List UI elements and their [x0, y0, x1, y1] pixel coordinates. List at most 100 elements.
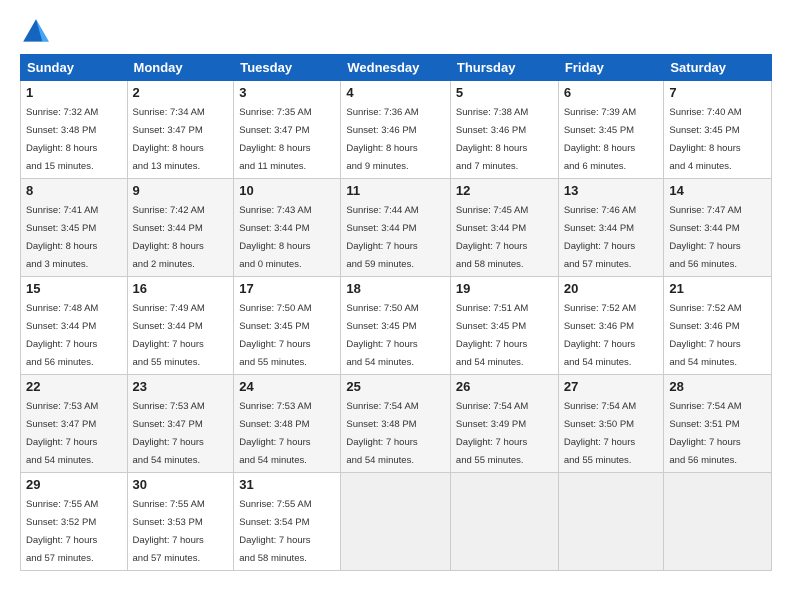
calendar-header-row: SundayMondayTuesdayWednesdayThursdayFrid… — [21, 55, 772, 81]
day-info: Sunrise: 7:41 AMSunset: 3:45 PMDaylight:… — [26, 205, 98, 270]
calendar-cell: 16 Sunrise: 7:49 AMSunset: 3:44 PMDaylig… — [127, 277, 234, 375]
calendar-cell: 2 Sunrise: 7:34 AMSunset: 3:47 PMDayligh… — [127, 81, 234, 179]
day-number: 6 — [564, 85, 659, 100]
day-number: 22 — [26, 379, 122, 394]
day-number: 4 — [346, 85, 445, 100]
day-info: Sunrise: 7:44 AMSunset: 3:44 PMDaylight:… — [346, 205, 418, 270]
page-container: SundayMondayTuesdayWednesdayThursdayFrid… — [0, 0, 792, 581]
day-info: Sunrise: 7:46 AMSunset: 3:44 PMDaylight:… — [564, 205, 636, 270]
day-number: 7 — [669, 85, 766, 100]
day-info: Sunrise: 7:32 AMSunset: 3:48 PMDaylight:… — [26, 107, 98, 172]
day-info: Sunrise: 7:34 AMSunset: 3:47 PMDaylight:… — [133, 107, 205, 172]
calendar-cell: 11 Sunrise: 7:44 AMSunset: 3:44 PMDaylig… — [341, 179, 451, 277]
day-number: 29 — [26, 477, 122, 492]
day-number: 24 — [239, 379, 335, 394]
calendar-header-friday: Friday — [558, 55, 664, 81]
day-number: 19 — [456, 281, 553, 296]
day-number: 25 — [346, 379, 445, 394]
day-info: Sunrise: 7:43 AMSunset: 3:44 PMDaylight:… — [239, 205, 311, 270]
day-number: 1 — [26, 85, 122, 100]
calendar-cell — [450, 473, 558, 571]
calendar-cell: 18 Sunrise: 7:50 AMSunset: 3:45 PMDaylig… — [341, 277, 451, 375]
calendar-cell: 24 Sunrise: 7:53 AMSunset: 3:48 PMDaylig… — [234, 375, 341, 473]
day-number: 27 — [564, 379, 659, 394]
day-info: Sunrise: 7:45 AMSunset: 3:44 PMDaylight:… — [456, 205, 528, 270]
day-info: Sunrise: 7:54 AMSunset: 3:49 PMDaylight:… — [456, 401, 528, 466]
day-info: Sunrise: 7:54 AMSunset: 3:51 PMDaylight:… — [669, 401, 741, 466]
calendar-header-monday: Monday — [127, 55, 234, 81]
calendar-cell: 12 Sunrise: 7:45 AMSunset: 3:44 PMDaylig… — [450, 179, 558, 277]
calendar-cell — [341, 473, 451, 571]
day-number: 8 — [26, 183, 122, 198]
day-info: Sunrise: 7:53 AMSunset: 3:48 PMDaylight:… — [239, 401, 311, 466]
calendar-week-1: 1 Sunrise: 7:32 AMSunset: 3:48 PMDayligh… — [21, 81, 772, 179]
day-info: Sunrise: 7:47 AMSunset: 3:44 PMDaylight:… — [669, 205, 741, 270]
day-info: Sunrise: 7:36 AMSunset: 3:46 PMDaylight:… — [346, 107, 418, 172]
day-number: 3 — [239, 85, 335, 100]
day-info: Sunrise: 7:35 AMSunset: 3:47 PMDaylight:… — [239, 107, 311, 172]
calendar-cell — [664, 473, 772, 571]
day-info: Sunrise: 7:52 AMSunset: 3:46 PMDaylight:… — [669, 303, 741, 368]
calendar-header-sunday: Sunday — [21, 55, 128, 81]
calendar-cell: 4 Sunrise: 7:36 AMSunset: 3:46 PMDayligh… — [341, 81, 451, 179]
calendar-header-tuesday: Tuesday — [234, 55, 341, 81]
day-info: Sunrise: 7:51 AMSunset: 3:45 PMDaylight:… — [456, 303, 528, 368]
day-number: 2 — [133, 85, 229, 100]
day-info: Sunrise: 7:54 AMSunset: 3:48 PMDaylight:… — [346, 401, 418, 466]
calendar-cell — [558, 473, 664, 571]
day-number: 13 — [564, 183, 659, 198]
calendar-week-3: 15 Sunrise: 7:48 AMSunset: 3:44 PMDaylig… — [21, 277, 772, 375]
calendar-cell: 7 Sunrise: 7:40 AMSunset: 3:45 PMDayligh… — [664, 81, 772, 179]
calendar-cell: 19 Sunrise: 7:51 AMSunset: 3:45 PMDaylig… — [450, 277, 558, 375]
day-number: 21 — [669, 281, 766, 296]
day-info: Sunrise: 7:55 AMSunset: 3:54 PMDaylight:… — [239, 499, 311, 564]
day-number: 5 — [456, 85, 553, 100]
calendar-cell: 26 Sunrise: 7:54 AMSunset: 3:49 PMDaylig… — [450, 375, 558, 473]
day-number: 26 — [456, 379, 553, 394]
calendar-cell: 10 Sunrise: 7:43 AMSunset: 3:44 PMDaylig… — [234, 179, 341, 277]
calendar-cell: 1 Sunrise: 7:32 AMSunset: 3:48 PMDayligh… — [21, 81, 128, 179]
calendar-header-thursday: Thursday — [450, 55, 558, 81]
day-number: 30 — [133, 477, 229, 492]
day-number: 23 — [133, 379, 229, 394]
day-info: Sunrise: 7:55 AMSunset: 3:52 PMDaylight:… — [26, 499, 98, 564]
calendar-cell: 28 Sunrise: 7:54 AMSunset: 3:51 PMDaylig… — [664, 375, 772, 473]
day-info: Sunrise: 7:49 AMSunset: 3:44 PMDaylight:… — [133, 303, 205, 368]
calendar-week-2: 8 Sunrise: 7:41 AMSunset: 3:45 PMDayligh… — [21, 179, 772, 277]
calendar-cell: 13 Sunrise: 7:46 AMSunset: 3:44 PMDaylig… — [558, 179, 664, 277]
day-info: Sunrise: 7:42 AMSunset: 3:44 PMDaylight:… — [133, 205, 205, 270]
day-number: 15 — [26, 281, 122, 296]
day-number: 9 — [133, 183, 229, 198]
day-number: 10 — [239, 183, 335, 198]
logo-icon — [20, 16, 52, 48]
calendar-cell: 8 Sunrise: 7:41 AMSunset: 3:45 PMDayligh… — [21, 179, 128, 277]
day-info: Sunrise: 7:53 AMSunset: 3:47 PMDaylight:… — [133, 401, 205, 466]
day-info: Sunrise: 7:53 AMSunset: 3:47 PMDaylight:… — [26, 401, 98, 466]
calendar-cell: 15 Sunrise: 7:48 AMSunset: 3:44 PMDaylig… — [21, 277, 128, 375]
day-number: 16 — [133, 281, 229, 296]
calendar-cell: 30 Sunrise: 7:55 AMSunset: 3:53 PMDaylig… — [127, 473, 234, 571]
calendar-cell: 20 Sunrise: 7:52 AMSunset: 3:46 PMDaylig… — [558, 277, 664, 375]
day-info: Sunrise: 7:55 AMSunset: 3:53 PMDaylight:… — [133, 499, 205, 564]
day-number: 20 — [564, 281, 659, 296]
day-number: 11 — [346, 183, 445, 198]
calendar-cell: 9 Sunrise: 7:42 AMSunset: 3:44 PMDayligh… — [127, 179, 234, 277]
calendar-week-5: 29 Sunrise: 7:55 AMSunset: 3:52 PMDaylig… — [21, 473, 772, 571]
calendar-cell: 23 Sunrise: 7:53 AMSunset: 3:47 PMDaylig… — [127, 375, 234, 473]
day-number: 14 — [669, 183, 766, 198]
day-info: Sunrise: 7:38 AMSunset: 3:46 PMDaylight:… — [456, 107, 528, 172]
calendar-cell: 5 Sunrise: 7:38 AMSunset: 3:46 PMDayligh… — [450, 81, 558, 179]
calendar-cell: 6 Sunrise: 7:39 AMSunset: 3:45 PMDayligh… — [558, 81, 664, 179]
day-info: Sunrise: 7:54 AMSunset: 3:50 PMDaylight:… — [564, 401, 636, 466]
calendar-header-wednesday: Wednesday — [341, 55, 451, 81]
calendar-cell: 31 Sunrise: 7:55 AMSunset: 3:54 PMDaylig… — [234, 473, 341, 571]
day-info: Sunrise: 7:40 AMSunset: 3:45 PMDaylight:… — [669, 107, 741, 172]
calendar-cell: 14 Sunrise: 7:47 AMSunset: 3:44 PMDaylig… — [664, 179, 772, 277]
calendar-cell: 17 Sunrise: 7:50 AMSunset: 3:45 PMDaylig… — [234, 277, 341, 375]
day-number: 31 — [239, 477, 335, 492]
calendar-cell: 25 Sunrise: 7:54 AMSunset: 3:48 PMDaylig… — [341, 375, 451, 473]
calendar-week-4: 22 Sunrise: 7:53 AMSunset: 3:47 PMDaylig… — [21, 375, 772, 473]
day-info: Sunrise: 7:50 AMSunset: 3:45 PMDaylight:… — [346, 303, 418, 368]
calendar-header-saturday: Saturday — [664, 55, 772, 81]
calendar-table: SundayMondayTuesdayWednesdayThursdayFrid… — [20, 54, 772, 571]
